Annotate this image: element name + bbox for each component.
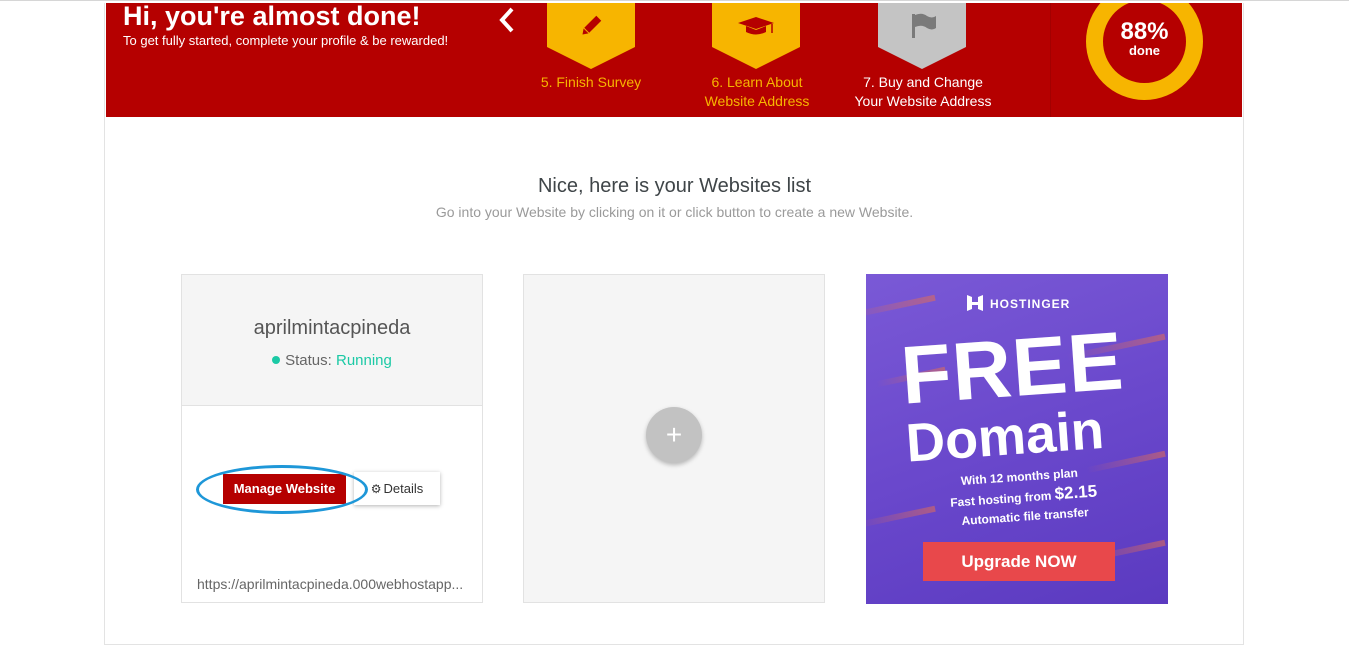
- chevron-left-icon[interactable]: [496, 5, 520, 35]
- upgrade-now-button[interactable]: Upgrade NOW: [923, 542, 1115, 581]
- status-value: Running: [335, 352, 392, 369]
- pencil-icon: [547, 9, 635, 43]
- progress-ring: 88% done: [1086, 3, 1203, 100]
- website-url[interactable]: https://aprilmintacpineda.000webhostapp.…: [197, 576, 472, 592]
- website-card-header: aprilmintacpineda Status: Running: [182, 275, 482, 406]
- banner-title: Hi, you're almost done!: [123, 3, 421, 31]
- step-badge: [712, 3, 800, 69]
- step-label: 6. Learn About Website Address: [672, 73, 842, 111]
- gear-icon: ⚙: [370, 482, 382, 496]
- progress-percent: 88%: [1120, 18, 1169, 45]
- websites-list-title: Nice, here is your Websites list: [537, 175, 812, 197]
- details-label: Details: [383, 481, 424, 496]
- details-button[interactable]: ⚙ Details: [354, 472, 440, 505]
- website-name: aprilmintacpineda: [253, 317, 411, 339]
- step-label: 7. Buy and Change Your Website Address: [838, 73, 1008, 111]
- onboarding-banner: Hi, you're almost done! To get fully sta…: [106, 3, 1242, 117]
- progress-ring-inner: 88% done: [1103, 3, 1186, 83]
- websites-list-subtitle: Go into your Website by clicking on it o…: [435, 204, 914, 220]
- step-label-line1: 7. Buy and Change: [863, 74, 983, 90]
- manage-website-button[interactable]: Manage Website: [223, 474, 346, 504]
- banner-divider: [1050, 3, 1051, 117]
- banner-subtitle: To get fully started, complete your prof…: [123, 33, 449, 48]
- step-label-line1: 6. Learn About: [711, 74, 803, 90]
- step-label-line2: Your Website Address: [854, 93, 992, 109]
- ad-price-prefix: Fast hosting from: [949, 488, 1056, 510]
- website-status: Status: Running: [182, 352, 482, 369]
- step-label-line2: Website Address: [704, 93, 810, 109]
- status-dot-icon: [272, 356, 281, 364]
- flag-icon: [878, 9, 966, 43]
- status-label: Status:: [285, 352, 332, 369]
- progress-caption: done: [1128, 43, 1161, 58]
- add-website-button[interactable]: +: [646, 407, 702, 463]
- step-badge: [878, 3, 966, 69]
- step-badge: [547, 3, 635, 69]
- website-card[interactable]: aprilmintacpineda Status: Running Manage…: [181, 274, 483, 603]
- step-label: 5. Finish Survey: [506, 73, 676, 92]
- step-label-line1: 5. Finish Survey: [540, 74, 642, 90]
- graduation-cap-icon: [712, 9, 800, 43]
- hostinger-ad-banner[interactable]: HOSTINGER FREE Domain With 12 months pla…: [866, 274, 1168, 604]
- add-website-card[interactable]: +: [523, 274, 825, 603]
- ad-price: $2.15: [1053, 481, 1098, 504]
